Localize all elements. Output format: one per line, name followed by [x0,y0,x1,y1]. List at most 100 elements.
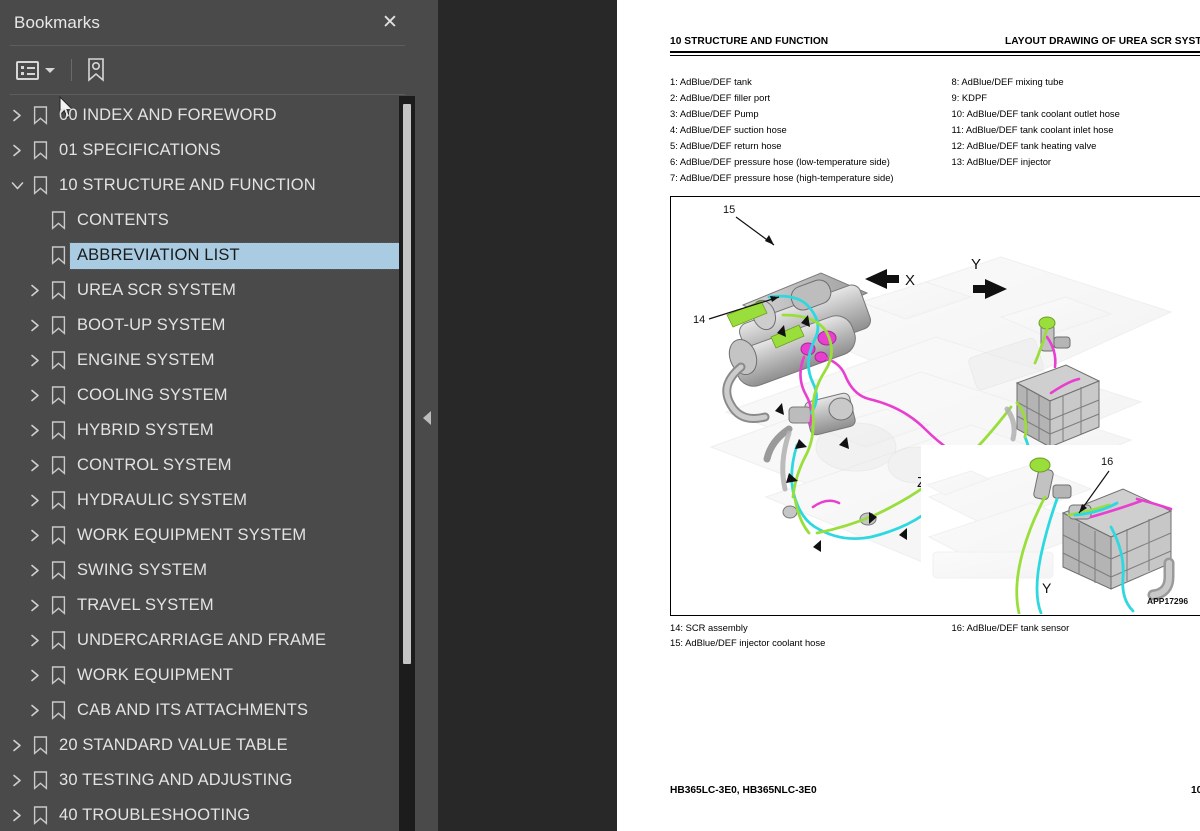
bookmark-item-label: ABBREVIATION LIST [69,241,406,270]
bookmark-icon [46,316,70,335]
list-view-icon [16,60,39,80]
bookmark-icon [28,806,52,825]
caption-entry: 16: AdBlue/DEF tank sensor [951,621,1070,633]
chevron-right-icon[interactable] [24,284,46,297]
legend-entry: 6: AdBlue/DEF pressure hose (low-tempera… [670,155,890,167]
figure-illustration: X Y Z 15 14 [670,195,1200,616]
header-rule-top [670,51,1200,53]
pdf-viewer-window: Bookmarks ✕ 00 INDEX AND FOREWORD 01 SPE… [0,0,1200,831]
chevron-right-icon[interactable] [24,459,46,472]
bookmark-gear-icon [86,58,106,82]
bookmark-item-label: HYBRID SYSTEM [77,421,214,439]
bookmark-item[interactable]: CAB AND ITS ATTACHMENTS [0,693,415,728]
close-icon[interactable]: ✕ [377,10,403,36]
legend-entry: 9: KDPF [951,91,987,103]
bookmarks-toolbar [0,46,415,119]
legend-entry: 13: AdBlue/DEF injector [951,155,1052,167]
chevron-right-icon[interactable] [24,564,46,577]
legend-entry: 8: AdBlue/DEF mixing tube [951,75,1064,87]
bookmark-item[interactable]: UNDERCARRIAGE AND FRAME [0,623,415,658]
bookmark-item[interactable]: WORK EQUIPMENT [0,658,415,693]
sidebar-scrollbar-track[interactable] [399,96,415,831]
chevron-right-icon[interactable] [6,144,28,157]
bookmark-item-label: WORK EQUIPMENT SYSTEM [77,526,307,544]
bookmark-item[interactable]: 01 SPECIFICATIONS [0,133,415,168]
bookmark-item-label: 01 SPECIFICATIONS [59,141,221,159]
panel-title: Bookmarks [14,12,100,32]
bookmark-item[interactable]: 30 TESTING AND ADJUSTING [0,763,415,798]
bookmark-item[interactable]: CONTENTS [0,203,415,238]
list-view-button[interactable] [14,55,57,85]
figure-image-code: APP17296 [1147,596,1188,606]
bookmark-icon [46,666,70,685]
chevron-right-icon[interactable] [24,704,46,717]
chevron-right-icon[interactable] [24,354,46,367]
direction-label-x: X [905,272,915,289]
chevron-right-icon[interactable] [24,389,46,402]
chevron-right-icon[interactable] [24,669,46,682]
chevron-down-icon[interactable] [6,180,28,191]
chevron-right-icon[interactable] [24,529,46,542]
bookmark-icon [46,351,70,370]
chevron-right-icon[interactable] [24,424,46,437]
bookmark-icon [28,106,52,125]
bookmark-item[interactable]: HYBRID SYSTEM [0,413,415,448]
bookmarks-panel: Bookmarks ✕ 00 INDEX AND FOREWORD 01 SPE… [0,0,415,831]
document-page: 10 STRUCTURE AND FUNCTION LAYOUT DRAWING… [617,0,1200,831]
bookmark-icon [46,456,70,475]
legend-entry: 4: AdBlue/DEF suction hose [670,123,787,135]
callout-15: 15 [723,204,735,216]
bookmark-icon [46,211,70,230]
bookmarks-tree[interactable]: 00 INDEX AND FOREWORD 01 SPECIFICATIONS 10… [0,98,415,831]
bookmark-item[interactable]: 00 INDEX AND FOREWORD [0,98,415,133]
bookmark-item-label: 30 TESTING AND ADJUSTING [59,771,293,789]
bookmark-item[interactable]: 20 STANDARD VALUE TABLE [0,728,415,763]
bookmark-item[interactable]: CONTROL SYSTEM [0,448,415,483]
viewer-background [415,0,617,831]
chevron-right-icon[interactable] [24,599,46,612]
legend-entry: 5: AdBlue/DEF return hose [670,139,782,151]
chevron-right-icon[interactable] [24,494,46,507]
bookmark-item[interactable]: ENGINE SYSTEM [0,343,415,378]
bookmark-item-label: COOLING SYSTEM [77,386,228,404]
callout-16: 16 [1101,456,1113,468]
sidebar-scrollbar-thumb[interactable] [403,104,411,664]
bookmark-item-label: HYDRAULIC SYSTEM [77,491,248,509]
toolbar-separator [71,59,72,81]
chevron-right-icon[interactable] [6,109,28,122]
bookmark-item[interactable]: SWING SYSTEM [0,553,415,588]
page-content: 10 STRUCTURE AND FUNCTION LAYOUT DRAWING… [670,0,1200,650]
callout-14: 14 [693,314,705,326]
header-section-title: 10 STRUCTURE AND FUNCTION [670,36,829,47]
chevron-right-icon[interactable] [6,774,28,787]
bookmark-item[interactable]: UREA SCR SYSTEM [0,273,415,308]
bookmark-icon [46,386,70,405]
direction-label-y: Y [971,256,981,273]
bookmark-item[interactable]: 40 TROUBLESHOOTING [0,798,415,831]
footer-model-code: HB365LC-3E0, HB365NLC-3E0 [670,785,817,796]
bookmark-icon [46,596,70,615]
bookmark-item[interactable]: COOLING SYSTEM [0,378,415,413]
bookmarks-panel-header: Bookmarks ✕ [0,0,415,45]
chevron-right-icon[interactable] [6,739,28,752]
bookmark-item-label: 00 INDEX AND FOREWORD [59,106,277,124]
chevron-right-icon[interactable] [24,634,46,647]
bookmark-options-button[interactable] [84,55,108,85]
chevron-down-icon[interactable] [45,67,55,73]
bookmark-item[interactable]: BOOT-UP SYSTEM [0,308,415,343]
toolbar-divider [10,94,405,95]
chevron-right-icon[interactable] [6,809,28,822]
bookmark-item-label: 20 STANDARD VALUE TABLE [59,736,288,754]
bookmark-item[interactable]: WORK EQUIPMENT SYSTEM [0,518,415,553]
bookmark-item[interactable]: HYDRAULIC SYSTEM [0,483,415,518]
collapse-panel-button[interactable] [415,398,438,438]
bookmark-icon [46,526,70,545]
bookmark-item[interactable]: TRAVEL SYSTEM [0,588,415,623]
footer-page-number: 10-13 [1190,785,1200,796]
urea-scr-layout-drawing: X Y Z 15 14 [693,204,1200,614]
bookmark-item[interactable]: 10 STRUCTURE AND FUNCTION [0,168,415,203]
legend-entry: 11: AdBlue/DEF tank coolant inlet hose [951,123,1114,135]
bookmark-item[interactable]: ABBREVIATION LIST [0,238,415,273]
chevron-right-icon[interactable] [24,319,46,332]
bookmark-item-label: UREA SCR SYSTEM [77,281,237,299]
